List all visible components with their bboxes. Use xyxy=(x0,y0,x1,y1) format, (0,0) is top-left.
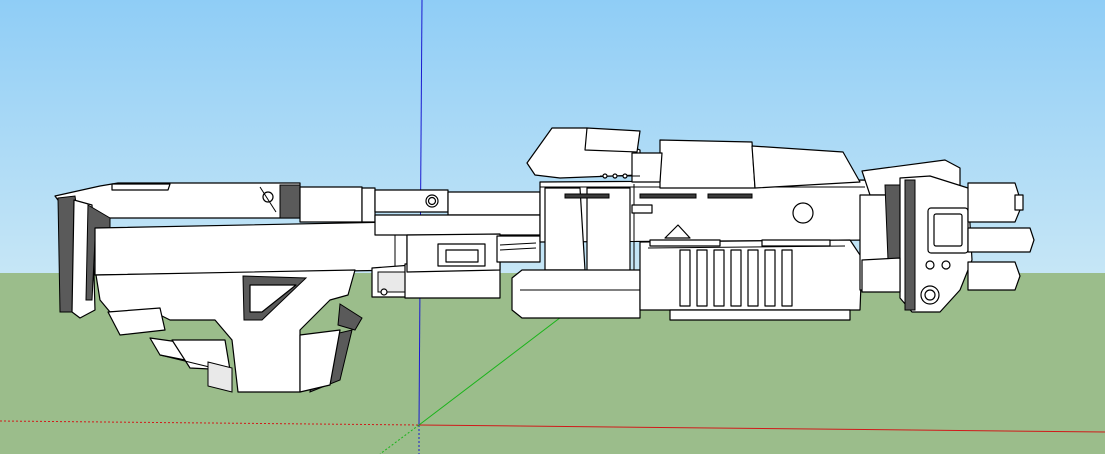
sketchup-viewport[interactable] xyxy=(0,0,1105,454)
3d-scene-canvas[interactable] xyxy=(0,0,1105,454)
